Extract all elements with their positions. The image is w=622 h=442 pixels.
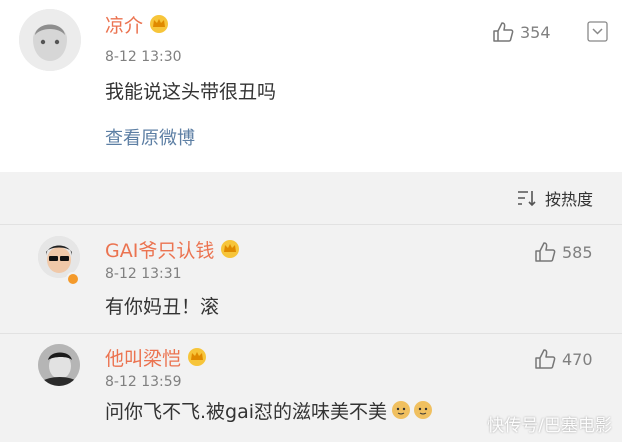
view-original-link[interactable]: 查看原微博 (105, 128, 195, 150)
doge-emoji-icon (391, 400, 411, 424)
avatar[interactable] (19, 9, 81, 71)
divider (0, 333, 622, 334)
sort-icon (518, 191, 536, 207)
comment-text: 有你妈丑！滚 (105, 296, 220, 318)
thumbs-up-icon (535, 349, 556, 369)
like-count: 585 (562, 242, 593, 262)
sort-by-hot-button[interactable]: 按热度 (517, 186, 593, 210)
sort-label: 按热度 (545, 190, 594, 209)
comment-text: 我能说这头带很丑吗 (105, 81, 277, 103)
like-button[interactable]: 354 (492, 21, 551, 43)
timestamp: 8-12 13:59 (105, 374, 182, 390)
like-count: 354 (520, 22, 551, 42)
doge-emoji-icon (413, 400, 433, 424)
username[interactable]: 他叫梁恺 (105, 348, 181, 370)
avatar[interactable] (38, 344, 80, 386)
vip-crown-icon (186, 347, 208, 371)
like-count: 470 (562, 349, 593, 369)
more-options-button[interactable] (587, 21, 608, 42)
username[interactable]: GAI爷只认钱 (105, 240, 214, 262)
comment-text: 问你飞不飞.被gai怼的滋味美不美 (105, 401, 388, 423)
chevron-down-icon (587, 21, 608, 42)
thumbs-up-icon (535, 242, 556, 262)
watermark: 快传号/巴塞电影 (487, 416, 612, 436)
vip-crown-icon (148, 14, 170, 38)
replies-section: 按热度 GAI爷只认钱 8-12 13:31 有你妈丑！滚 585 他叫梁恺 8… (0, 172, 622, 442)
vip-crown-icon (219, 239, 241, 263)
like-button[interactable]: 585 (534, 241, 593, 263)
divider (0, 224, 622, 225)
thumbs-up-icon (493, 22, 514, 42)
root-comment: 凉介 8-12 13:30 我能说这头带很丑吗 查看原微博 354 (0, 0, 622, 172)
username[interactable]: 凉介 (105, 15, 143, 37)
timestamp: 8-12 13:30 (105, 49, 182, 65)
timestamp: 8-12 13:31 (105, 266, 182, 282)
like-button[interactable]: 470 (534, 348, 593, 370)
verified-badge-icon (66, 272, 80, 286)
